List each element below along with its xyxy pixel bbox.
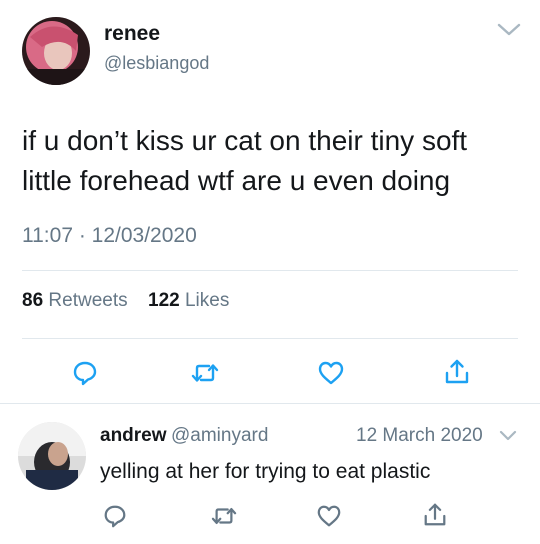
tweet-text-line-1: if u don’t kiss ur cat on their tiny sof… <box>22 125 468 156</box>
chevron-down-icon[interactable] <box>494 20 524 40</box>
share-icon[interactable] <box>440 356 474 388</box>
likes-label: Likes <box>184 290 230 311</box>
chevron-down-icon[interactable] <box>497 427 519 445</box>
retweet-icon[interactable] <box>188 358 222 388</box>
retweet-icon[interactable] <box>208 502 240 530</box>
reply-author-handle[interactable]: @aminyard <box>171 425 268 446</box>
tweet-timestamp[interactable]: 11:07 · 12/03/2020 <box>22 224 197 248</box>
share-icon[interactable] <box>420 500 450 530</box>
reply-date[interactable]: 12 March 2020 <box>356 425 483 447</box>
retweets-stat[interactable]: 86 Retweets <box>22 290 128 312</box>
reply-icon[interactable] <box>68 358 102 388</box>
reply-author-name[interactable]: andrew <box>100 425 167 446</box>
author-avatar[interactable] <box>22 17 90 85</box>
heart-icon[interactable] <box>314 358 348 388</box>
tweet-text-line-2: little forehead wtf are u even doing <box>22 165 451 196</box>
reply-icon[interactable] <box>100 502 130 530</box>
reply-text: yelling at her for trying to eat plastic <box>100 460 431 483</box>
divider <box>0 403 540 404</box>
heart-icon[interactable] <box>314 502 344 530</box>
likes-stat[interactable]: 122 Likes <box>148 290 229 312</box>
reply-author-avatar[interactable] <box>18 422 86 490</box>
retweets-label: Retweets <box>48 290 128 311</box>
divider <box>22 270 518 271</box>
author-handle[interactable]: @lesbiangod <box>104 53 209 74</box>
divider <box>22 338 518 339</box>
retweets-count: 86 <box>22 290 44 311</box>
reply-header: andrew @aminyard <box>100 425 268 447</box>
author-name[interactable]: renee <box>104 22 160 46</box>
likes-count: 122 <box>148 290 180 311</box>
